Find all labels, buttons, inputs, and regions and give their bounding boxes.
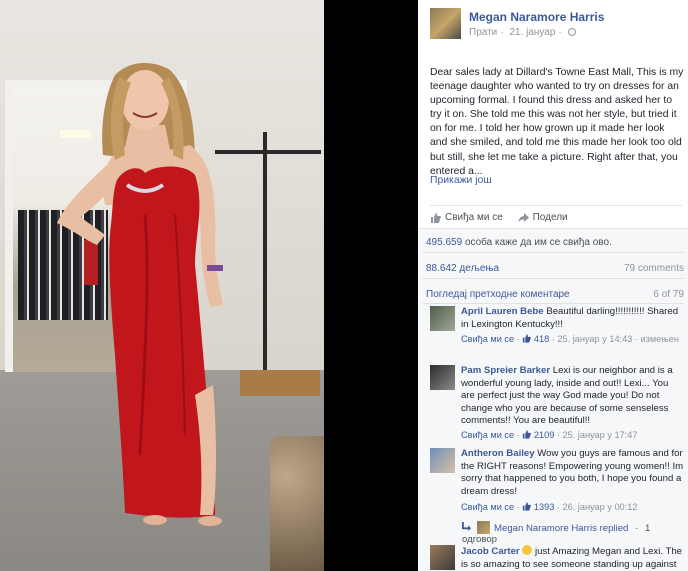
see-more-link[interactable]: Прикажи још bbox=[430, 175, 492, 186]
commenter-avatar[interactable] bbox=[430, 306, 455, 331]
post-text: Dear sales lady at Dillard's Towne East … bbox=[430, 67, 684, 177]
post-header: Megan Naramore Harris Прати · 21. јануар · bbox=[418, 0, 688, 50]
comments-shown-count: 6 of 79 bbox=[653, 289, 684, 300]
previous-comments-row: Погледај претходне коментаре 6 of 79 bbox=[426, 289, 684, 300]
globe-icon bbox=[567, 28, 576, 36]
post-date[interactable]: 21. јануар bbox=[509, 27, 555, 38]
divider bbox=[422, 252, 684, 253]
thumbs-up-icon bbox=[523, 334, 532, 343]
comment-like-count[interactable]: 1393 bbox=[534, 502, 554, 512]
facebook-photo-viewer: Megan Naramore Harris Прати · 21. јануар ·… bbox=[0, 0, 688, 571]
post-photo[interactable] bbox=[0, 0, 324, 571]
commenter-avatar[interactable] bbox=[430, 448, 455, 473]
comment-edited[interactable]: измењен bbox=[641, 334, 679, 344]
divider bbox=[422, 303, 684, 304]
photo-leopard-bench bbox=[270, 436, 324, 571]
reply-arrow-icon bbox=[462, 522, 471, 531]
thumbs-up-icon bbox=[523, 502, 532, 511]
comment-body: Pam Spreier Barker Lexi is our neighbor … bbox=[461, 365, 684, 428]
commenter-avatar[interactable] bbox=[430, 365, 455, 390]
meta-separator: · bbox=[558, 27, 562, 38]
share-arrow-icon bbox=[517, 212, 529, 223]
smile-emoji-icon bbox=[522, 545, 533, 555]
thumbs-up-icon bbox=[431, 212, 441, 223]
comment-body: April Lauren Bebe Beautiful darling!!!!!… bbox=[461, 306, 684, 331]
divider bbox=[422, 278, 684, 279]
commenter-name[interactable]: April Lauren Bebe bbox=[461, 306, 544, 317]
comment-time[interactable]: 26. јануар у 00:12 bbox=[562, 502, 637, 512]
comment-meta: Свиђа ми се · 1393 · 26. јануар у 00:12 bbox=[461, 502, 638, 512]
reply-action: replied bbox=[599, 523, 629, 534]
comment-meta: Свиђа ми се · 418 · 25. јануар у 14:43 ·… bbox=[461, 334, 679, 344]
author-name[interactable]: Megan Naramore Harris bbox=[469, 10, 604, 24]
meta-separator: · bbox=[500, 27, 504, 38]
shares-summary: 88.642 дељења 79 comments bbox=[426, 263, 684, 274]
commenter-name[interactable]: Antheron Bailey bbox=[461, 448, 535, 459]
comment-time[interactable]: 25. јануар у 14:43 bbox=[557, 334, 632, 344]
replies-row[interactable]: Megan Naramore Harris replied · 1 одгово… bbox=[462, 521, 684, 545]
commenter-name[interactable]: Pam Spreier Barker bbox=[461, 365, 550, 376]
comment-like-link[interactable]: Свиђа ми се bbox=[461, 502, 514, 512]
thumbs-up-icon bbox=[523, 430, 532, 439]
reply-author-avatar bbox=[477, 521, 490, 534]
likes-summary[interactable]: 495.659 особа каже да им се свиђа ово. bbox=[426, 237, 612, 248]
comment-time[interactable]: 25. јануар у 17:47 bbox=[562, 430, 637, 440]
photo-girl-in-red-dress bbox=[57, 63, 223, 526]
comment-like-count[interactable]: 2109 bbox=[534, 430, 554, 440]
commenter-avatar[interactable] bbox=[430, 545, 455, 570]
comment-like-link[interactable]: Свиђа ми се bbox=[461, 430, 514, 440]
comment-like-count[interactable]: 418 bbox=[534, 334, 549, 344]
post-panel: Megan Naramore Harris Прати · 21. јануар ·… bbox=[418, 0, 688, 571]
comment-meta: Свиђа ми се · 2109 · 25. јануар у 17:47 bbox=[461, 430, 638, 440]
likes-count[interactable]: 495.659 bbox=[426, 237, 462, 248]
share-button[interactable]: Подели bbox=[517, 212, 568, 223]
post-actions: Свиђа ми се Подели bbox=[430, 205, 682, 229]
author-avatar[interactable] bbox=[430, 8, 461, 39]
share-label: Подели bbox=[532, 212, 568, 223]
commenter-name[interactable]: Jacob Carter bbox=[461, 546, 520, 557]
reply-author[interactable]: Megan Naramore Harris bbox=[494, 523, 597, 534]
view-previous-comments-link[interactable]: Погледај претходне коментаре bbox=[426, 289, 570, 300]
reply-count-separator: · bbox=[635, 523, 639, 534]
comment-body: Antheron Bailey Wow you guys are famous … bbox=[461, 448, 684, 498]
comment-body: Jacob Carter just Amazing Megan and Lexi… bbox=[461, 545, 684, 571]
like-label: Свиђа ми се bbox=[445, 212, 503, 223]
like-button[interactable]: Свиђа ми се bbox=[430, 212, 503, 223]
follow-link[interactable]: Прати bbox=[469, 27, 497, 38]
post-meta: Прати · 21. јануар · bbox=[469, 27, 579, 38]
likes-suffix: особа каже да им се свиђа ово. bbox=[464, 237, 612, 248]
comment-like-link[interactable]: Свиђа ми се bbox=[461, 334, 514, 344]
shares-count[interactable]: 88.642 дељења bbox=[426, 263, 499, 274]
comments-total: 79 comments bbox=[623, 263, 684, 274]
